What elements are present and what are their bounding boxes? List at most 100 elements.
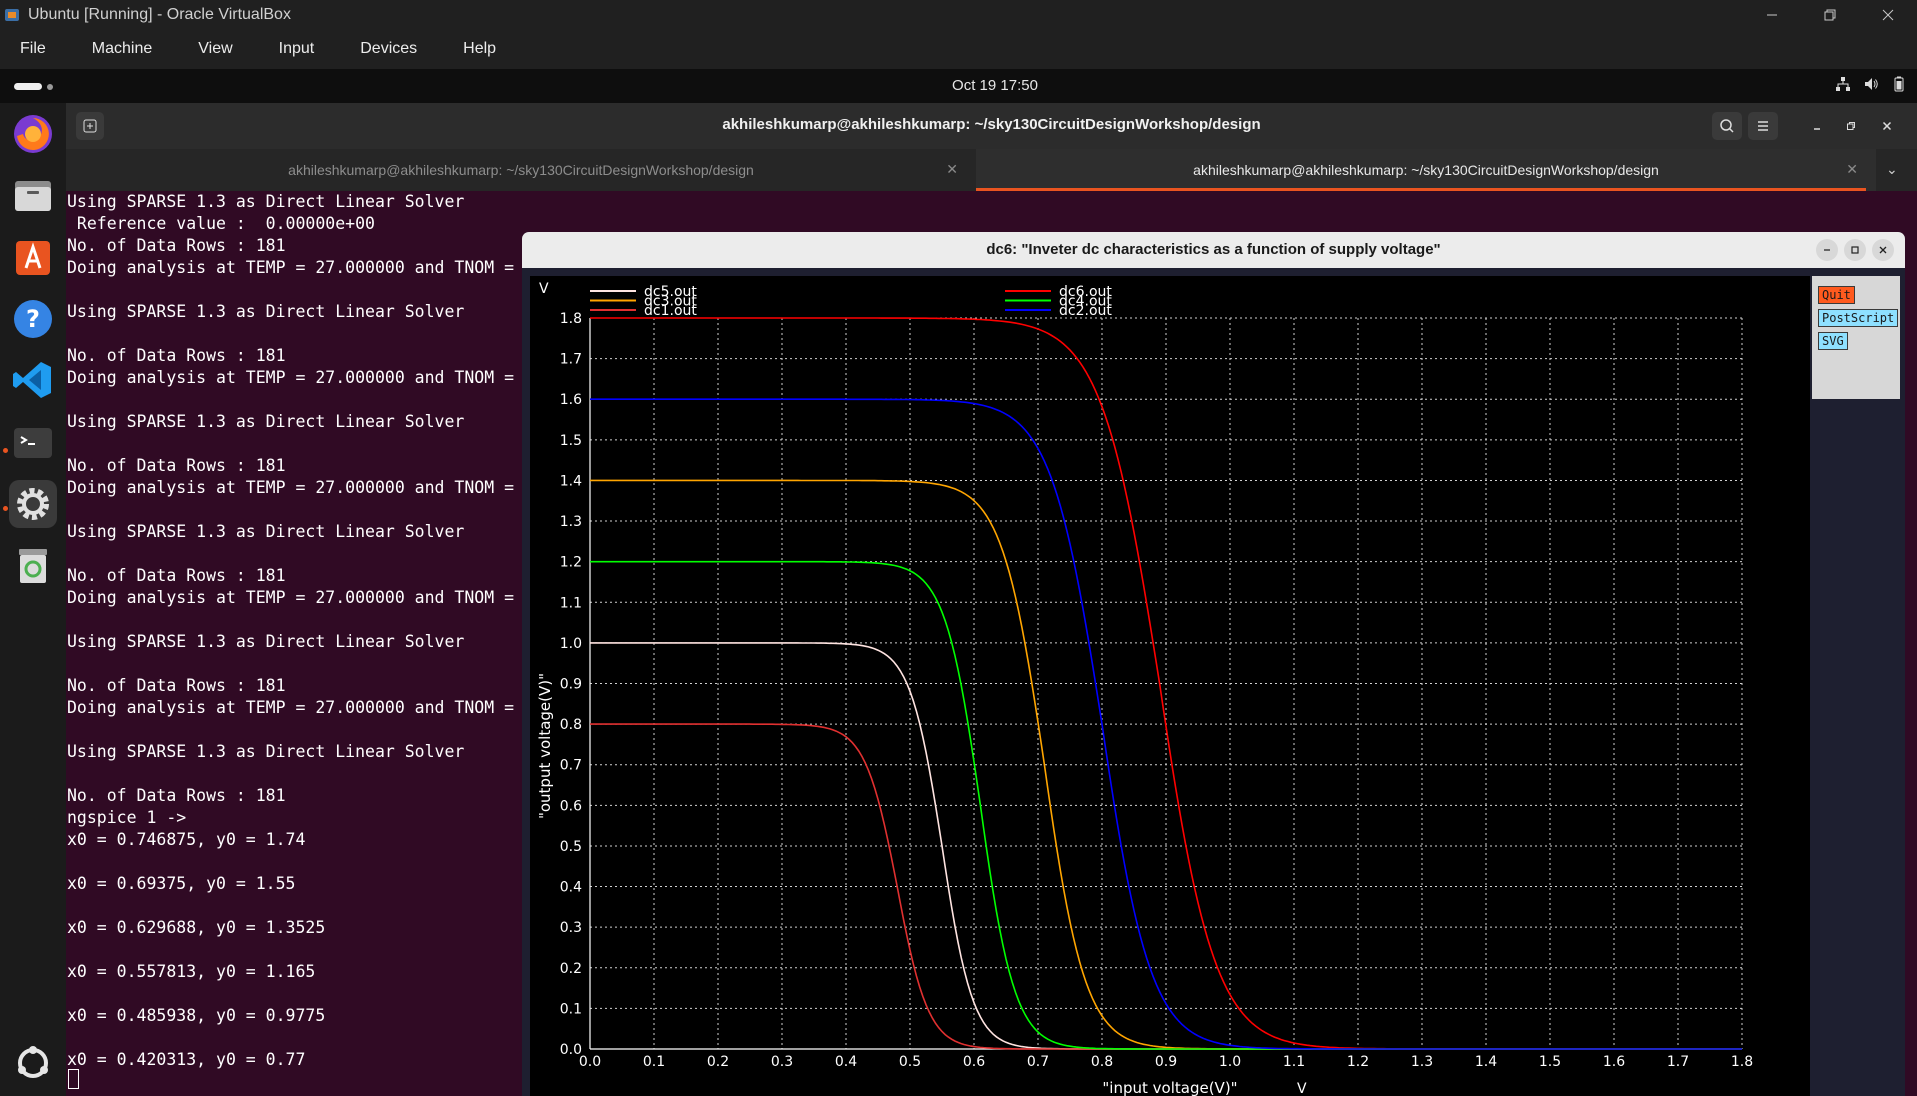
terminal-tab-2[interactable]: akhileshkumarp@akhileshkumarp: ~/sky130C…: [976, 149, 1876, 191]
plot-maximize-button[interactable]: [1844, 239, 1866, 261]
dock-vscode[interactable]: [9, 356, 57, 404]
legend-label: dc2.out: [1059, 303, 1112, 319]
x-tick-label: 0.0: [579, 1054, 601, 1070]
legend-label: dc1.out: [644, 303, 697, 319]
grid: [589, 317, 1743, 1050]
terminal-tab-bar: akhileshkumarp@akhileshkumarp: ~/sky130C…: [66, 149, 1917, 191]
legend: dc5.outdc3.outdc1.outdc6.outdc4.outdc2.o…: [590, 284, 1112, 319]
vbox-window-title: Ubuntu [Running] - Oracle VirtualBox: [28, 5, 291, 23]
terminal-line: Using SPARSE 1.3 as Direct Linear Solver: [67, 742, 465, 761]
clock[interactable]: Oct 19 17:50: [0, 77, 1917, 94]
plot-minimize-button[interactable]: [1816, 239, 1838, 261]
ubuntu-topbar: Oct 19 17:50: [0, 69, 1917, 103]
dock-firefox[interactable]: [9, 110, 57, 158]
vscode-icon: [13, 362, 51, 398]
terminal-line: x0 = 0.557813, y0 = 1.165: [67, 962, 316, 981]
dock-terminal[interactable]: [9, 419, 57, 467]
dock-files[interactable]: [9, 171, 57, 219]
trash-icon: [19, 549, 47, 583]
terminal-line: Using SPARSE 1.3 as Direct Linear Solver: [67, 632, 465, 651]
dock-help[interactable]: ?: [9, 295, 57, 343]
menu-devices[interactable]: Devices: [360, 40, 417, 58]
postscript-button[interactable]: PostScript: [1818, 309, 1899, 327]
close-icon: [1879, 246, 1887, 254]
terminal-close-button[interactable]: [1872, 112, 1902, 140]
terminal-headerbar: akhileshkumarp@akhileshkumarp: ~/sky130C…: [66, 103, 1917, 149]
y-tick-label: 0.8: [560, 717, 582, 733]
minimize-button[interactable]: [1743, 0, 1801, 29]
y-tick-label: 1.8: [560, 311, 582, 327]
svg-button[interactable]: SVG: [1818, 332, 1848, 350]
dock-trash[interactable]: [9, 541, 57, 589]
restore-icon: [1824, 9, 1836, 20]
dock-settings[interactable]: [9, 480, 57, 528]
tab-label: akhileshkumarp@akhileshkumarp: ~/sky130C…: [288, 162, 754, 178]
terminal-menu-button[interactable]: [1748, 112, 1778, 140]
y-axis-label: "output voltage(V)": [536, 673, 554, 819]
terminal-line: x0 = 0.629688, y0 = 1.3525: [67, 918, 326, 937]
y-tick-label: 1.2: [560, 555, 582, 571]
terminal-line: x0 = 0.69375, y0 = 1.55: [67, 874, 296, 893]
tab-label: akhileshkumarp@akhileshkumarp: ~/sky130C…: [1193, 162, 1659, 178]
menu-help[interactable]: Help: [463, 40, 496, 58]
dock-app-center[interactable]: [9, 233, 57, 281]
y-tick-label: 0.6: [560, 798, 582, 814]
ngspice-plot-window: dc6: "Inveter dc characteristics as a fu…: [522, 232, 1905, 1096]
minimize-icon: [1767, 14, 1777, 15]
x-tick-label: 0.3: [771, 1054, 793, 1070]
menu-view[interactable]: View: [198, 40, 232, 58]
x-tick-label: 1.2: [1347, 1054, 1369, 1070]
terminal-line: No. of Data Rows : 181: [67, 236, 286, 255]
y-tick-label: 0.0: [560, 1042, 582, 1058]
axes: 0.0 0.1 0.2 0.3 0.4 0.5 0.6 0.7 0.8 0.9 1.0 1.1 1.2 1…: [560, 311, 1753, 1070]
menu-machine[interactable]: Machine: [92, 40, 152, 58]
tab-close-icon[interactable]: ✕: [1846, 161, 1858, 178]
y-tick-label: 1.5: [560, 433, 582, 449]
y-tick-label: 0.5: [560, 839, 582, 855]
help-icon: ?: [14, 300, 52, 338]
terminal-line: Using SPARSE 1.3 as Direct Linear Solver: [67, 412, 465, 431]
maximize-icon: [1851, 246, 1859, 254]
y-tick-label: 1.0: [560, 636, 582, 652]
y-tick-label: 1.6: [560, 392, 582, 408]
x-tick-label: 1.7: [1667, 1054, 1689, 1070]
y-tick-label: 0.9: [560, 677, 582, 693]
close-icon: [1882, 9, 1894, 20]
quit-button[interactable]: Quit: [1818, 286, 1855, 304]
restore-icon: [1847, 122, 1855, 130]
x-tick-label: 0.1: [643, 1054, 665, 1070]
y-tick-label: 0.2: [560, 961, 582, 977]
files-icon: [15, 181, 51, 211]
terminal-tab-1[interactable]: akhileshkumarp@akhileshkumarp: ~/sky130C…: [66, 149, 976, 191]
terminal-search-button[interactable]: [1712, 112, 1742, 140]
svg-text:?: ?: [26, 305, 40, 333]
minimize-icon: [1814, 128, 1820, 130]
plot-close-button[interactable]: [1872, 239, 1894, 261]
x-tick-label: 1.6: [1603, 1054, 1625, 1070]
terminal-line: No. of Data Rows : 181: [67, 346, 286, 365]
menu-file[interactable]: File: [20, 40, 46, 58]
plot-canvas[interactable]: 0.0 0.1 0.2 0.3 0.4 0.5 0.6 0.7 0.8 0.9 1.0 1.1 1.2 1…: [530, 276, 1812, 1096]
show-apps-icon: [18, 1046, 48, 1078]
tab-overflow-chevron-down-icon[interactable]: ⌄: [1886, 161, 1898, 178]
tab-close-icon[interactable]: ✕: [946, 161, 958, 178]
x-tick-label: 1.5: [1539, 1054, 1561, 1070]
terminal-cursor: [68, 1069, 79, 1089]
y-tick-label: 1.7: [560, 352, 582, 368]
plot-button-panel: Quit PostScript SVG: [1810, 276, 1905, 1096]
terminal-line: No. of Data Rows : 181: [67, 456, 286, 475]
terminal-line: No. of Data Rows : 181: [67, 786, 286, 805]
x-tick-label: 1.0: [1219, 1054, 1241, 1070]
x-tick-label: 0.4: [835, 1054, 857, 1070]
volume-icon: [1865, 78, 1878, 90]
terminal-running-indicator: [3, 448, 8, 453]
system-tray[interactable]: [1835, 76, 1907, 92]
terminal-restore-button[interactable]: [1836, 112, 1866, 140]
menu-input[interactable]: Input: [279, 40, 315, 58]
dock-show-apps[interactable]: [9, 1039, 57, 1087]
close-button[interactable]: [1859, 0, 1917, 29]
restore-button[interactable]: [1801, 0, 1859, 29]
y-axis-unit: V: [539, 281, 549, 297]
terminal-minimize-button[interactable]: [1802, 112, 1832, 140]
x-tick-label: 0.9: [1155, 1054, 1177, 1070]
